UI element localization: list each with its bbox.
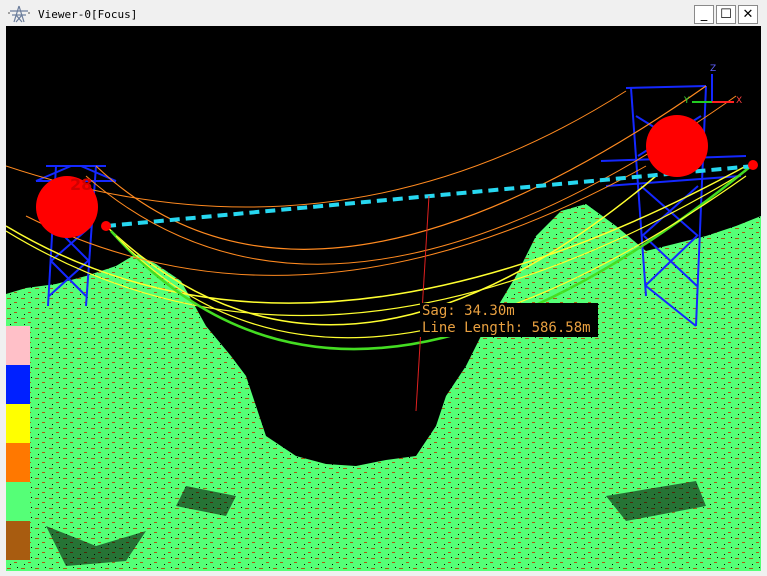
x-axis-label: X [736, 96, 743, 106]
legend-swatch-4 [6, 443, 30, 482]
legend-swatch-6 [6, 521, 30, 560]
sag-measurement-label: Sag: 34.30m Line Length: 586.58m [420, 303, 598, 337]
tower-number-label: 28 [70, 175, 93, 194]
point-cloud-viewport[interactable]: Sag: 34.30m Line Length: 586.58m 28 Z Y … [6, 26, 761, 571]
axis-gizmo [692, 74, 734, 103]
legend-swatch-5 [6, 482, 30, 521]
legend-swatch-1 [6, 326, 30, 365]
app-icon [8, 5, 30, 23]
minimize-button[interactable]: _ [694, 5, 714, 24]
sag-value: Sag: 34.30m [422, 303, 515, 319]
color-legend [6, 326, 30, 560]
maximize-button[interactable]: ☐ [716, 5, 736, 24]
close-button[interactable]: ✕ [738, 5, 758, 24]
window-title: Viewer-0[Focus] [38, 8, 138, 21]
viewer-window: Viewer-0[Focus] _ ☐ ✕ Sag: 34.30m Line L… [0, 0, 767, 576]
right-tower-marker[interactable] [646, 115, 708, 177]
span-chord-line[interactable] [105, 164, 755, 228]
z-axis-label: Z [710, 64, 717, 74]
left-attachment-point[interactable] [101, 221, 111, 231]
legend-swatch-3 [6, 404, 30, 443]
y-axis-label: Y [684, 96, 690, 106]
scene-canvas[interactable] [6, 26, 761, 571]
legend-swatch-2 [6, 365, 30, 404]
title-bar[interactable]: Viewer-0[Focus] _ ☐ ✕ [0, 0, 767, 26]
line-length-value: Line Length: 586.58m [422, 320, 591, 336]
right-attachment-point[interactable] [748, 160, 758, 170]
